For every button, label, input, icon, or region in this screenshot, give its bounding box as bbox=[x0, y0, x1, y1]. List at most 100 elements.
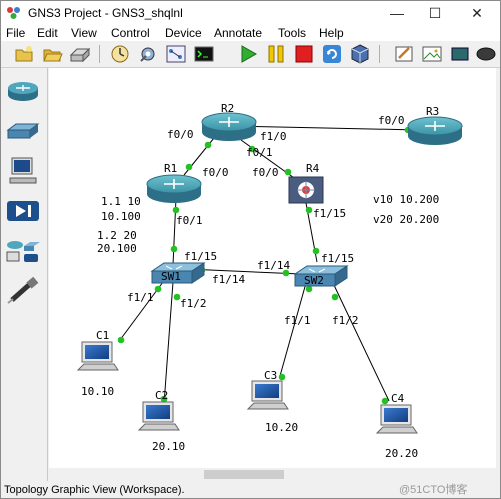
draw-ellipse-icon[interactable] bbox=[475, 43, 497, 65]
menu-bar: File Edit View Control Device Annotate T… bbox=[1, 25, 500, 41]
menu-file[interactable]: File bbox=[6, 25, 25, 41]
port-label: f1/15 bbox=[184, 250, 217, 263]
virtualbox-icon[interactable] bbox=[349, 43, 371, 65]
title-bar: GNS3 Project - GNS3_shqlnl — ☐ ✕ bbox=[1, 1, 500, 25]
all-devices-category-button[interactable] bbox=[4, 236, 42, 266]
port-dot bbox=[331, 293, 339, 301]
routers-category-button[interactable] bbox=[4, 76, 42, 106]
port-label: f1/2 bbox=[180, 297, 207, 310]
menu-tools[interactable]: Tools bbox=[278, 25, 306, 41]
maximize-button[interactable]: ☐ bbox=[415, 3, 455, 23]
router-r1[interactable] bbox=[146, 174, 202, 203]
note-r1-ip: 1.1 10 bbox=[101, 195, 141, 208]
menu-control[interactable]: Control bbox=[111, 25, 150, 41]
port-label: f1/1 bbox=[127, 291, 154, 304]
horizontal-scrollbar[interactable] bbox=[49, 468, 496, 481]
window-title: GNS3 Project - GNS3_shqlnl bbox=[28, 6, 183, 20]
suspend-all-icon[interactable] bbox=[265, 43, 287, 65]
port-label: f1/0 bbox=[260, 130, 287, 143]
add-note-icon[interactable] bbox=[393, 43, 415, 65]
device-label-c2: C2 bbox=[155, 389, 168, 402]
link-sw2-c3[interactable] bbox=[279, 282, 307, 377]
port-dot bbox=[312, 247, 320, 255]
menu-help[interactable]: Help bbox=[319, 25, 344, 41]
pc-c2[interactable] bbox=[137, 401, 180, 431]
security-devices-category-button[interactable] bbox=[4, 196, 42, 226]
device-label-sw1: SW1 bbox=[161, 270, 181, 283]
status-text: Topology Graphic View (Workspace). bbox=[4, 484, 185, 496]
end-devices-category-button[interactable] bbox=[4, 156, 42, 186]
open-project-icon[interactable] bbox=[41, 43, 63, 65]
note-vlan: v10 10.200 bbox=[373, 193, 439, 206]
note-pc-ip: 20.20 bbox=[385, 447, 418, 460]
port-dot bbox=[305, 206, 313, 214]
device-label-c3: C3 bbox=[264, 369, 277, 382]
note-r1-ip: 1.2 20 bbox=[97, 229, 137, 242]
port-label: f0/0 bbox=[378, 114, 405, 127]
router-r3[interactable] bbox=[407, 116, 463, 145]
pc-c1[interactable] bbox=[76, 341, 119, 371]
router-icon bbox=[8, 82, 38, 101]
port-dot bbox=[117, 336, 125, 344]
switch-icon bbox=[6, 123, 40, 139]
note-r1-ip: 20.100 bbox=[97, 242, 137, 255]
pc-c3[interactable] bbox=[246, 380, 289, 410]
port-label: f0/0 bbox=[252, 166, 279, 179]
port-label: f1/14 bbox=[212, 273, 245, 286]
router-r2[interactable] bbox=[201, 112, 257, 141]
topology-summary-icon[interactable] bbox=[165, 43, 187, 65]
port-label: f0/0 bbox=[202, 166, 229, 179]
minimize-button[interactable]: — bbox=[377, 3, 417, 23]
console-icon[interactable] bbox=[193, 43, 215, 65]
start-all-icon[interactable] bbox=[237, 43, 259, 65]
link-sw2-c4[interactable] bbox=[332, 282, 390, 402]
device-label-r1: R1 bbox=[164, 162, 177, 175]
device-label-r3: R3 bbox=[426, 105, 439, 118]
menu-view[interactable]: View bbox=[71, 25, 97, 41]
menu-annotate[interactable]: Annotate bbox=[214, 25, 262, 41]
toolbar-separator bbox=[99, 45, 100, 63]
horizontal-scrollbar-thumb[interactable] bbox=[204, 470, 284, 479]
menu-edit[interactable]: Edit bbox=[37, 25, 58, 41]
insert-image-icon[interactable] bbox=[421, 43, 443, 65]
reload-all-icon[interactable] bbox=[321, 43, 343, 65]
switches-category-button[interactable] bbox=[4, 116, 42, 146]
computer-icon bbox=[146, 405, 170, 419]
toolbar-separator bbox=[379, 45, 380, 63]
preferences-icon[interactable] bbox=[137, 43, 159, 65]
port-dot bbox=[278, 373, 286, 381]
computer-icon bbox=[9, 157, 37, 184]
all-devices-icon bbox=[6, 241, 40, 262]
note-vlan: v20 20.200 bbox=[373, 213, 439, 226]
new-project-icon[interactable] bbox=[13, 43, 35, 65]
device-dock bbox=[1, 68, 48, 481]
note-r1-ip: 10.100 bbox=[101, 210, 141, 223]
port-label: f0/1 bbox=[176, 214, 203, 227]
port-label: f1/2 bbox=[332, 314, 359, 327]
snapshot-icon[interactable] bbox=[109, 43, 131, 65]
port-label: f1/1 bbox=[284, 314, 311, 327]
topology-workspace[interactable]: R2 R3 R1 R4 SW1 SW2 C1 C2 C3 C4 f0/0 f1/… bbox=[49, 68, 496, 468]
stop-all-icon[interactable] bbox=[293, 43, 315, 65]
computer-icon bbox=[384, 408, 408, 422]
computer-icon bbox=[255, 384, 279, 398]
device-label-sw2: SW2 bbox=[304, 274, 324, 287]
port-dot bbox=[284, 168, 292, 176]
router-r4[interactable] bbox=[288, 176, 324, 204]
pc-c4[interactable] bbox=[375, 404, 418, 434]
save-project-icon[interactable] bbox=[69, 43, 91, 65]
link-sw1-c2[interactable] bbox=[163, 281, 174, 405]
vertical-scrollbar[interactable] bbox=[496, 68, 500, 468]
menu-device[interactable]: Device bbox=[165, 25, 202, 41]
topology-diagram: R2 R3 R1 R4 SW1 SW2 C1 C2 C3 C4 f0/0 f1/… bbox=[76, 102, 463, 460]
note-pc-ip: 20.10 bbox=[152, 440, 185, 453]
app-window: GNS3 Project - GNS3_shqlnl — ☐ ✕ File Ed… bbox=[0, 0, 501, 499]
draw-rectangle-icon[interactable] bbox=[449, 43, 471, 65]
note-pc-ip: 10.20 bbox=[265, 421, 298, 434]
device-label-r2: R2 bbox=[221, 102, 234, 115]
port-label: f0/1 bbox=[246, 146, 273, 159]
port-dot bbox=[381, 397, 389, 405]
close-button[interactable]: ✕ bbox=[457, 3, 497, 23]
add-link-button[interactable] bbox=[4, 276, 42, 306]
port-dot bbox=[154, 285, 162, 293]
